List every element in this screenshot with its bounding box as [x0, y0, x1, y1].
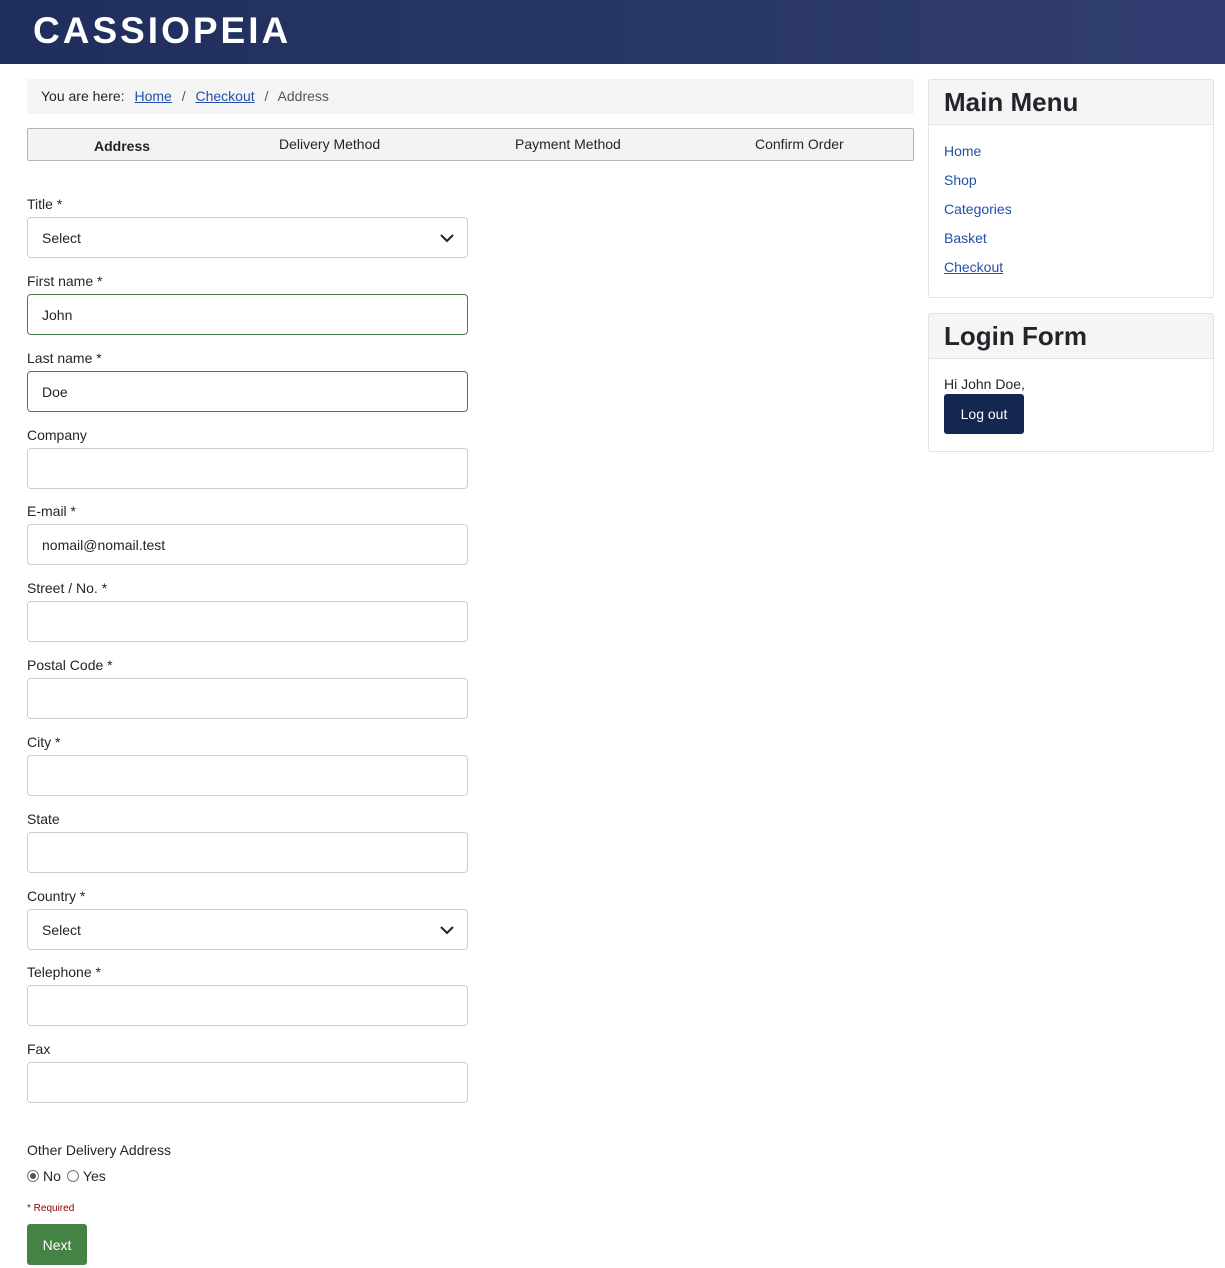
menu-item-label[interactable]: Basket: [944, 230, 987, 246]
telephone-label: Telephone *: [27, 964, 101, 980]
step-payment-method: Payment Method: [515, 136, 621, 152]
step-delivery-method: Delivery Method: [279, 136, 381, 152]
fax-input[interactable]: [27, 1062, 468, 1103]
fax-group: Fax: [27, 1041, 468, 1103]
radio-yes-label[interactable]: Yes: [83, 1168, 106, 1184]
breadcrumb-prefix: You are here:: [41, 88, 125, 104]
main-menu-card: Main Menu Home Shop Categories Basket Ch…: [928, 79, 1214, 298]
main-menu-title: Main Menu: [929, 80, 1213, 125]
telephone-group: Telephone *: [27, 964, 468, 1026]
main-menu-list: Home Shop Categories Basket Checkout: [929, 125, 1213, 294]
country-group: Country * Select: [27, 888, 468, 950]
state-group: State: [27, 811, 468, 873]
street-group: Street / No. *: [27, 580, 468, 642]
site-header: CASSIOPEIA: [0, 0, 1225, 64]
last-name-label: Last name *: [27, 350, 102, 366]
menu-item-basket[interactable]: Basket: [944, 230, 1198, 259]
country-select-value: Select: [42, 921, 81, 938]
step-confirm-order: Confirm Order: [755, 136, 844, 152]
first-name-label: First name *: [27, 273, 103, 289]
first-name-group: First name * John: [27, 273, 468, 335]
email-label: E-mail *: [27, 503, 77, 519]
country-select[interactable]: Select: [27, 909, 468, 950]
telephone-input[interactable]: [27, 985, 468, 1026]
menu-item-checkout[interactable]: Checkout: [944, 259, 1198, 288]
city-label: City *: [27, 734, 61, 750]
breadcrumb-separator: /: [264, 88, 269, 104]
first-name-input[interactable]: John: [27, 294, 468, 335]
other-delivery-label: Other Delivery Address: [27, 1142, 171, 1158]
login-form-body: Hi John Doe, Log out: [929, 359, 1213, 448]
fax-label: Fax: [27, 1041, 51, 1057]
step-address: Address: [94, 138, 151, 154]
radio-no-label[interactable]: No: [43, 1168, 61, 1184]
next-button[interactable]: Next: [27, 1224, 87, 1265]
email-input[interactable]: nomail@nomail.test: [27, 524, 468, 565]
menu-item-categories[interactable]: Categories: [944, 201, 1198, 230]
login-greeting: Hi John Doe,: [944, 376, 1025, 392]
country-label: Country *: [27, 888, 86, 904]
chevron-down-icon: [440, 926, 454, 935]
breadcrumb-link-home[interactable]: Home: [134, 88, 171, 104]
title-select[interactable]: Select: [27, 217, 468, 258]
last-name-input[interactable]: Doe: [27, 371, 468, 412]
city-group: City *: [27, 734, 468, 796]
postal-code-group: Postal Code *: [27, 657, 468, 719]
title-select-value: Select: [42, 229, 81, 246]
menu-item-label[interactable]: Checkout: [944, 259, 1003, 275]
postal-code-input[interactable]: [27, 678, 468, 719]
company-group: Company: [27, 427, 468, 489]
breadcrumb: You are here: Home / Checkout / Address: [27, 79, 914, 114]
menu-item-label[interactable]: Home: [944, 143, 981, 159]
breadcrumb-current: Address: [277, 88, 329, 104]
menu-item-home[interactable]: Home: [944, 143, 1198, 172]
breadcrumb-link-checkout[interactable]: Checkout: [195, 88, 254, 104]
title-group: Title * Select: [27, 196, 468, 258]
logout-button[interactable]: Log out: [944, 394, 1024, 434]
company-input[interactable]: [27, 448, 468, 489]
radio-yes[interactable]: [66, 1170, 79, 1182]
other-delivery-radio-group: No Yes: [27, 1168, 106, 1184]
breadcrumb-separator: /: [181, 88, 186, 104]
street-input[interactable]: [27, 601, 468, 642]
company-label: Company: [27, 427, 87, 443]
last-name-group: Last name * Doe: [27, 350, 468, 412]
city-input[interactable]: [27, 755, 468, 796]
login-form-title: Login Form: [929, 314, 1213, 359]
menu-item-shop[interactable]: Shop: [944, 172, 1198, 201]
email-group: E-mail * nomail@nomail.test: [27, 503, 468, 565]
required-note: * Required: [27, 1203, 75, 1214]
state-input[interactable]: [27, 832, 468, 873]
radio-no[interactable]: [27, 1170, 39, 1182]
chevron-down-icon: [440, 234, 454, 243]
street-label: Street / No. *: [27, 580, 108, 596]
menu-item-label[interactable]: Shop: [944, 172, 977, 188]
login-form-card: Login Form Hi John Doe, Log out: [928, 313, 1214, 452]
menu-item-label[interactable]: Categories: [944, 201, 1012, 217]
site-brand-logo[interactable]: CASSIOPEIA: [33, 10, 291, 52]
state-label: State: [27, 811, 60, 827]
checkout-steps: Address Delivery Method Payment Method C…: [27, 128, 914, 161]
postal-code-label: Postal Code *: [27, 657, 113, 673]
title-label: Title *: [27, 196, 63, 212]
